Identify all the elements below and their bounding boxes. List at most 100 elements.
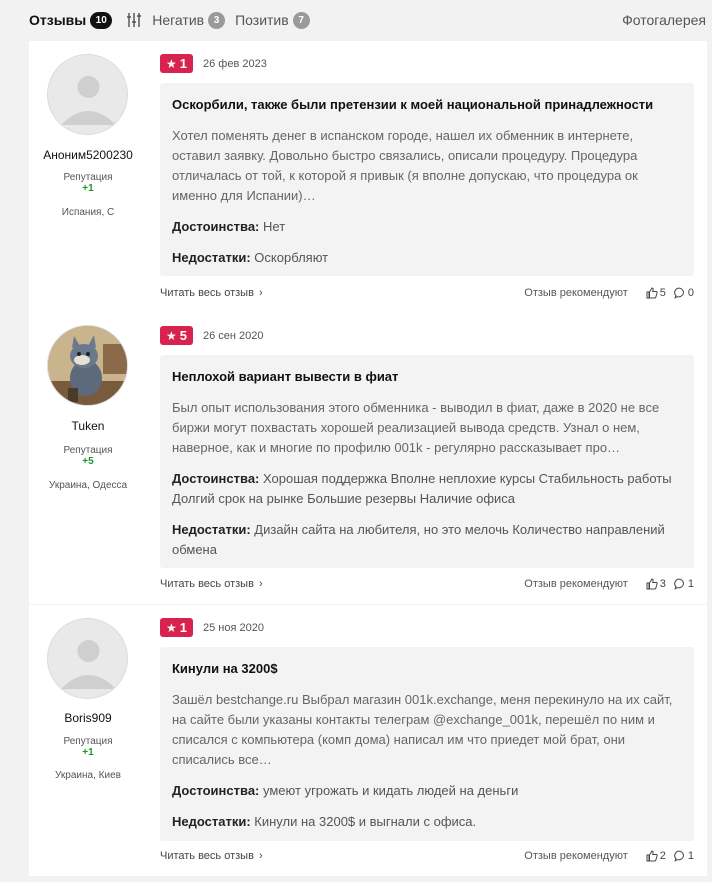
username[interactable]: Аноним5200230: [29, 148, 147, 162]
review-cons: Недостатки: Дизайн сайта на любителя, но…: [172, 520, 682, 560]
read-more-label: Читать весь отзыв: [160, 287, 254, 299]
likes-button[interactable]: 5: [646, 287, 666, 299]
thumbs-up-icon: [646, 287, 658, 299]
likes-count: 2: [659, 850, 666, 862]
review-pros: Достоинства: умеют угрожать и кидать люд…: [172, 781, 682, 801]
likes-count: 3: [659, 578, 666, 590]
comments-count: 0: [687, 287, 694, 299]
cons-label: Недостатки:: [172, 814, 251, 829]
likes-button[interactable]: 3: [646, 578, 666, 590]
star-icon: ★: [166, 328, 177, 343]
tab-reviews[interactable]: Отзывы 10: [29, 11, 113, 29]
review-date: 26 фев 2023: [203, 58, 267, 70]
review-title[interactable]: Неплохой вариант вывести в фиат: [172, 368, 682, 385]
rating-badge: ★ 1: [160, 618, 193, 637]
rating-value: 1: [179, 620, 187, 635]
rating-badge: ★ 1: [160, 54, 193, 73]
likes-count: 5: [659, 287, 666, 299]
recommend-label: Отзыв рекомендуют: [524, 850, 628, 862]
pros-label: Достоинства:: [172, 783, 260, 798]
tab-negative[interactable]: Негатив 3: [152, 11, 226, 29]
tab-positive[interactable]: Позитив 7: [235, 11, 310, 29]
pros-label: Достоинства:: [172, 219, 260, 234]
pros-text: Нет: [263, 219, 286, 234]
comments-button[interactable]: 1: [674, 850, 694, 862]
comment-icon: [674, 287, 684, 299]
reputation-value: +1: [82, 747, 94, 758]
comments-count: 1: [687, 850, 694, 862]
review-pros: Достоинства: Хорошая поддержка Вполне не…: [172, 469, 682, 509]
avatar[interactable]: [47, 618, 128, 699]
review-pros: Достоинства: Нет: [172, 217, 682, 237]
pros-text: умеют угрожать и кидать людей на деньги: [263, 783, 519, 798]
user-location: Испания, С: [61, 207, 115, 218]
avatar[interactable]: [47, 54, 128, 135]
review-date: 25 ноя 2020: [203, 622, 264, 634]
cons-label: Недостатки:: [172, 250, 251, 265]
chevron-right-icon: ›: [258, 850, 263, 862]
review-card: Аноним5200230 Репутация +1 Испания, С ★ …: [29, 41, 707, 313]
read-full-review-link[interactable]: Читать весь отзыв ›: [160, 287, 263, 299]
username[interactable]: Boris909: [29, 711, 147, 725]
thumbs-up-icon: [646, 578, 658, 590]
comment-icon: [674, 578, 684, 590]
recommend-block: Отзыв рекомендуют 5 0: [524, 287, 694, 299]
review-text: Был опыт использования этого обменника -…: [172, 400, 660, 455]
review-title[interactable]: Кинули на 3200$: [172, 660, 682, 677]
review-body: Оскорбили, также были претензии к моей н…: [160, 83, 694, 276]
read-more-label: Читать весь отзыв: [160, 578, 254, 590]
review-cons: Недостатки: Оскорбляют: [172, 248, 682, 268]
reviews-tabs: Отзывы 10 Негатив 3 Позитив 7: [0, 0, 712, 40]
recommend-block: Отзыв рекомендуют 3 1: [524, 578, 694, 590]
reputation-label: Репутация: [63, 736, 113, 747]
review-title[interactable]: Оскорбили, также были претензии к моей н…: [172, 96, 682, 113]
read-more-label: Читать весь отзыв: [160, 850, 254, 862]
comment-icon: [674, 850, 684, 862]
reputation-value: +5: [82, 456, 94, 467]
read-full-review-link[interactable]: Читать весь отзыв ›: [160, 850, 263, 862]
user-location: Украина, Одесса: [48, 480, 128, 491]
avatar[interactable]: [47, 325, 128, 406]
comments-button[interactable]: 1: [674, 578, 694, 590]
tab-reviews-label: Отзывы: [29, 12, 87, 28]
review-cons: Недостатки: Кинули на 3200$ и выгнали с …: [172, 812, 682, 832]
review-body: Кинули на 3200$ Зашёл bestchange.ru Выбр…: [160, 647, 694, 841]
recommend-block: Отзыв рекомендуют 2 1: [524, 850, 694, 862]
star-icon: ★: [166, 56, 177, 71]
tab-positive-count: 7: [292, 11, 310, 29]
review-footer: Читать весь отзыв › Отзыв рекомендуют 2 1: [160, 850, 694, 866]
star-icon: ★: [166, 620, 177, 635]
recommend-label: Отзыв рекомендуют: [524, 578, 628, 590]
review-footer: Читать весь отзыв › Отзыв рекомендуют 5 0: [160, 287, 694, 303]
comments-count: 1: [687, 578, 694, 590]
tab-negative-count: 3: [208, 11, 226, 29]
review-card: Boris909 Репутация +1 Украина, Киев ★ 1 …: [29, 605, 707, 876]
cons-label: Недостатки:: [172, 522, 251, 537]
comments-button[interactable]: 0: [674, 287, 694, 299]
reputation-label: Репутация: [63, 445, 113, 456]
review-text: Хотел поменять денег в испанском городе,…: [172, 128, 638, 203]
user-location: Украина, Киев: [55, 770, 121, 781]
review-date: 26 сен 2020: [203, 330, 264, 342]
review-card: Tuken Репутация +5 Украина, Одесса ★ 5 2…: [29, 313, 707, 604]
photo-gallery-link[interactable]: Фотогалерея: [622, 12, 706, 28]
rating-value: 1: [179, 56, 187, 71]
pros-label: Достоинства:: [172, 471, 260, 486]
cons-text: Кинули на 3200$ и выгнали с офиса.: [254, 814, 477, 829]
tab-negative-label: Негатив: [152, 12, 205, 28]
review-footer: Читать весь отзыв › Отзыв рекомендуют 3 1: [160, 578, 694, 594]
reputation-value: +1: [82, 183, 94, 194]
tab-positive-label: Позитив: [235, 12, 289, 28]
reputation-label: Репутация: [63, 172, 113, 183]
read-full-review-link[interactable]: Читать весь отзыв ›: [160, 578, 263, 590]
likes-button[interactable]: 2: [646, 850, 666, 862]
cons-text: Оскорбляют: [254, 250, 329, 265]
recommend-label: Отзыв рекомендуют: [524, 287, 628, 299]
rating-value: 5: [179, 328, 187, 343]
username[interactable]: Tuken: [29, 419, 147, 433]
filter-sliders-icon[interactable]: [124, 10, 144, 30]
thumbs-up-icon: [646, 850, 658, 862]
review-body: Неплохой вариант вывести в фиат Был опыт…: [160, 355, 694, 568]
rating-badge: ★ 5: [160, 326, 193, 345]
tab-reviews-count: 10: [90, 11, 113, 29]
